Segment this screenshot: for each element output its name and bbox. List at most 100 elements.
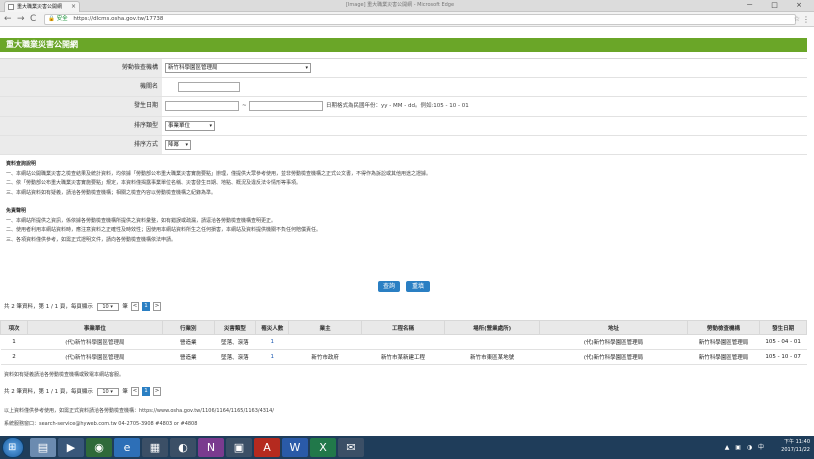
footer-contact: 系統服務窗口：search-service@hyweb.com.tw 04-27… [4, 421, 198, 427]
cell-index: 1 [0, 334, 28, 350]
cell-address: (代)新竹科學園區管理局 [539, 334, 688, 350]
sort-type-select[interactable]: 事業單位 ▾ [165, 120, 215, 131]
excel-icon[interactable]: X [310, 438, 336, 457]
cell-index: 2 [0, 349, 28, 365]
pager-unit: 筆 [122, 304, 128, 310]
page-size-select[interactable]: 10 ▾ [96, 302, 119, 311]
cell-unit[interactable]: (代)新竹科學園區管理局 [27, 334, 163, 350]
cell-date: 105 - 04 - 01 [759, 334, 807, 350]
url-text: https://dlcms.osha.gov.tw/17738 [73, 16, 164, 22]
prev-page-button[interactable]: < [130, 387, 140, 396]
column-header: 場所(營業處所) [443, 320, 541, 335]
file-explorer-icon[interactable]: ▤ [30, 438, 56, 457]
browser-tab[interactable]: 重大職業災害公開網 × [4, 1, 80, 12]
cell-victims[interactable]: 1 [255, 349, 289, 365]
column-header: 發生日期 [759, 320, 807, 335]
lock-icon: 🔒 [48, 16, 55, 22]
ie-icon[interactable]: e [114, 438, 140, 457]
page-title: 重大職業災害公開網 [0, 38, 807, 52]
sort-type-label: 排序類型 [0, 116, 162, 135]
page-favicon-icon [8, 4, 14, 10]
notes-heading-disclaimer: 免責聲明 [6, 208, 27, 214]
column-header: 業主 [288, 320, 362, 335]
date-separator: ~ [242, 103, 247, 110]
onenote-icon[interactable]: N [198, 438, 224, 457]
table-footnote: 資料如有疑義請洽各勞動檢查機構或致電本網站客服。 [4, 372, 125, 378]
unit-name-input[interactable] [178, 82, 240, 93]
clock[interactable]: 下午 11:40 2017/11/22 [781, 438, 810, 457]
table-row[interactable]: 1 (代)新竹科學園區管理局 營造業 墜落、滾落 1 (代)新竹科學園區管理局 … [0, 334, 807, 350]
column-header: 罹災人數 [255, 320, 290, 335]
chevron-down-icon: ▾ [110, 303, 113, 310]
tab-close-icon[interactable]: × [71, 2, 76, 12]
pager-bottom: 共 2 筆資料，第 1 / 1 頁，每頁顯示 10 ▾ 筆 < 1 > [4, 387, 162, 397]
cell-project: 新竹市某新建工程 [361, 349, 445, 365]
cell-victims[interactable]: 1 [255, 334, 289, 350]
sort-mode-select[interactable]: 降冪 ▾ [165, 139, 191, 150]
cell-agency: 新竹科學園區管理局 [687, 334, 760, 350]
form-row-sort-type: 排序類型 事業單位 ▾ [0, 116, 807, 136]
cell-owner [288, 334, 362, 350]
sort-type-selected-value: 事業單位 [168, 122, 191, 129]
search-button[interactable]: 查詢 [378, 281, 400, 292]
cell-date: 105 - 10 - 07 [759, 349, 807, 365]
media-player-icon[interactable]: ▶ [58, 438, 84, 457]
prev-page-button[interactable]: < [130, 302, 140, 311]
page-1-button[interactable]: 1 [141, 302, 150, 311]
cell-place: 新竹市東區某地號 [444, 349, 540, 365]
calculator-icon[interactable]: ▣ [226, 438, 252, 457]
cell-disaster-type: 墜落、滾落 [214, 334, 256, 350]
page-size-select[interactable]: 10 ▾ [96, 387, 119, 396]
next-page-button[interactable]: > [152, 387, 162, 396]
word-icon[interactable]: W [282, 438, 308, 457]
form-row-sort-mode: 排序方式 降冪 ▾ [0, 135, 807, 155]
date-format-hint: 日期格式為民國年份：yy - MM - dd。例如:105 - 10 - 01 [326, 103, 469, 110]
table-header-row: 項次 事業單位 行業別 災害類型 罹災人數 業主 工程名稱 場所(營業處所) 地… [0, 320, 807, 335]
pager-top: 共 2 筆資料，第 1 / 1 頁，每頁顯示 10 ▾ 筆 < 1 > [4, 302, 162, 312]
app-icon[interactable]: ✉ [338, 438, 364, 457]
forward-arrow-icon[interactable]: → [17, 13, 25, 26]
cell-place [444, 334, 540, 350]
agency-selected-value: 新竹科學園區管理局 [168, 65, 218, 71]
notes-line: 三、各項資料僅供參考，如需正式證明文件，請向各勞動檢查機構依法申請。 [6, 236, 177, 243]
notes-line: 一、本網站所提供之資訊，係依據各勞動檢查機構所提供之資料彙整，如有錯誤或疏漏，請… [6, 217, 277, 224]
results-table: 項次 事業單位 行業別 災害類型 罹災人數 業主 工程名稱 場所(營業處所) 地… [0, 320, 807, 365]
url-input[interactable]: 🔒 安全 https://dlcms.osha.gov.tw/17738 [44, 14, 796, 25]
back-arrow-icon[interactable]: ← [4, 13, 12, 26]
page-size-value: 10 [102, 388, 109, 395]
cell-unit[interactable]: (代)新竹科學園區管理局 [27, 349, 163, 365]
sort-mode-label: 排序方式 [0, 135, 162, 154]
form-row-unit: 機關名 [0, 78, 807, 98]
bookmark-star-icon[interactable]: ☆ [794, 14, 800, 25]
start-button[interactable]: ⊞ [2, 437, 24, 458]
pager-summary: 共 2 筆資料，第 1 / 1 頁，每頁顯示 [4, 389, 93, 395]
agency-select[interactable]: 新竹科學園區管理局 ▾ [165, 63, 311, 73]
app-icon[interactable]: ◐ [170, 438, 196, 457]
folder-icon[interactable]: ▦ [142, 438, 168, 457]
page-size-value: 10 [102, 303, 109, 310]
chevron-down-icon: ▾ [185, 141, 188, 148]
browser-menu-icon[interactable]: ⋮ [802, 14, 810, 25]
column-header: 項次 [0, 320, 28, 335]
reload-icon[interactable]: C [30, 13, 36, 26]
system-tray-icons[interactable]: ▲ ▣ ◑ 中 [725, 442, 766, 451]
date-end-input[interactable] [249, 101, 323, 112]
notes-line: 二、依「勞動部公布重大職業災害實施要點」規定，本資料僅揭露事業單位名稱、災害發生… [6, 180, 302, 186]
pager-unit: 筆 [122, 389, 128, 395]
column-header: 工程名稱 [360, 320, 445, 335]
chrome-icon[interactable]: ◉ [86, 438, 112, 457]
table-row[interactable]: 2 (代)新竹科學園區管理局 營造業 墜落、滾落 1 新竹市政府 新竹市某新建工… [0, 349, 807, 365]
next-page-button[interactable]: > [152, 302, 162, 311]
clear-button[interactable]: 重填 [406, 281, 430, 292]
window-title: [Image] 重大職業災害公開網 - Microsoft Edge [345, 2, 455, 8]
chevron-down-icon: ▾ [305, 65, 308, 71]
date-start-input[interactable] [165, 101, 239, 112]
chevron-down-icon: ▾ [110, 388, 113, 395]
acrobat-icon[interactable]: A [254, 438, 280, 457]
window-controls[interactable]: － □ × [746, 0, 810, 11]
address-bar: ← → C 🔒 安全 https://dlcms.osha.gov.tw/177… [0, 12, 814, 27]
form-row-date: 發生日期 ~ 日期格式為民國年份：yy - MM - dd。例如:105 - 1… [0, 97, 807, 117]
clock-time: 下午 11:40 [784, 439, 810, 445]
notes-line: 一、本網站公開職業災害之檢查結果及統計資料，均依據「勞動部公布重大職業災害實施要… [6, 170, 432, 177]
page-1-button[interactable]: 1 [141, 387, 150, 396]
